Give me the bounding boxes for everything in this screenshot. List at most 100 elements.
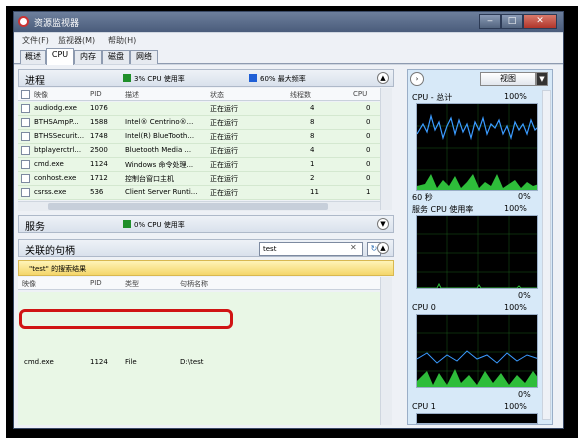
tab-disk[interactable]: 磁盘: [102, 50, 130, 64]
chevron-right-icon[interactable]: ›: [410, 72, 424, 86]
tab-network[interactable]: 网络: [130, 50, 158, 64]
col-pid[interactable]: PID: [90, 90, 102, 98]
expand-icon[interactable]: ▼: [377, 218, 389, 230]
view-button[interactable]: 视图: [480, 72, 536, 86]
graph-title: 服务 CPU 使用率: [412, 205, 474, 214]
main-area: 进程 3% CPU 使用率 60% 最大频率 ▲ 映像 PID 描述 状态 线程…: [14, 65, 563, 428]
scroll-thumb[interactable]: [48, 203, 328, 210]
row-pid: 1124: [90, 358, 108, 366]
col-image[interactable]: 映像: [22, 279, 36, 289]
row-cpu: 0: [366, 160, 371, 168]
processes-column-header: 映像 PID 描述 状态 线程数 CPU: [18, 88, 380, 101]
tab-strip: 概述 CPU 内存 磁盘 网络: [14, 47, 563, 65]
search-results-banner: "test" 的搜索结果: [18, 260, 394, 276]
minimize-button[interactable]: ‒: [479, 14, 501, 29]
tab-cpu[interactable]: CPU: [46, 48, 74, 65]
graphs-toolbar: › 视图 ▼: [410, 72, 550, 88]
row-image: btplayerctrl...: [34, 146, 82, 154]
row-threads: 8: [310, 118, 315, 126]
table-row[interactable]: conhost.exe 1712 控制台窗口主机 正在运行 2 0: [18, 172, 380, 186]
processes-title: 进程: [25, 76, 45, 87]
row-cpu: 0: [366, 132, 371, 140]
menu-help[interactable]: 帮助(H): [108, 35, 136, 46]
processes-horizontal-scrollbar[interactable]: [18, 201, 380, 211]
clear-search-icon[interactable]: ✕: [350, 243, 357, 252]
search-results-text: "test" 的搜索结果: [29, 265, 87, 273]
left-pane: 进程 3% CPU 使用率 60% 最大频率 ▲ 映像 PID 描述 状态 线程…: [18, 69, 394, 425]
row-checkbox[interactable]: [21, 188, 30, 197]
window-buttons: ‒ □ ✕: [479, 14, 557, 29]
graph-title: CPU 1: [412, 402, 436, 411]
app-icon: [18, 16, 29, 27]
row-threads: 11: [310, 188, 319, 196]
row-status: 正在运行: [210, 147, 238, 155]
row-type: File: [125, 358, 137, 366]
collapse-icon[interactable]: ▲: [377, 242, 389, 254]
col-handle-name[interactable]: 句柄名称: [180, 279, 208, 289]
table-row[interactable]: csrss.exe 536 Client Server Runti... 正在运…: [18, 186, 380, 200]
handles-header[interactable]: 关联的句柄 test ✕ ↻ ▲: [18, 239, 394, 257]
close-button[interactable]: ✕: [523, 14, 557, 29]
menu-file[interactable]: 文件(F): [22, 35, 49, 46]
row-status: 正在运行: [210, 189, 238, 197]
col-status[interactable]: 状态: [210, 90, 224, 100]
col-pid[interactable]: PID: [90, 279, 102, 287]
row-checkbox[interactable]: [21, 174, 30, 183]
tab-memory[interactable]: 内存: [74, 50, 102, 64]
handles-vertical-scrollbar[interactable]: [380, 277, 392, 425]
menu-monitor[interactable]: 监视器(M): [58, 35, 95, 46]
col-threads[interactable]: 线程数: [290, 90, 311, 100]
row-pid: 536: [90, 188, 104, 196]
maximize-button[interactable]: □: [501, 14, 523, 29]
table-row[interactable]: BTHSSecurit... 1748 Intel(R) BlueTooth..…: [18, 130, 380, 144]
cpu-total-graph: [416, 103, 538, 191]
col-type[interactable]: 类型: [125, 279, 139, 289]
table-row[interactable]: audiodg.exe 1076 正在运行 4 0: [18, 102, 380, 116]
row-pid: 1076: [90, 104, 108, 112]
services-header[interactable]: 服务 0% CPU 使用率 ▼: [18, 215, 394, 233]
row-threads: 4: [310, 146, 315, 154]
services-swatch: [123, 220, 131, 228]
table-row[interactable]: btplayerctrl... 2500 Bluetooth Media ...…: [18, 144, 380, 158]
handle-search-input[interactable]: test: [259, 242, 363, 256]
processes-header[interactable]: 进程 3% CPU 使用率 60% 最大频率 ▲: [18, 69, 394, 87]
processes-vertical-scrollbar[interactable]: [380, 88, 392, 210]
title-bar: 资源监视器 ‒ □ ✕: [14, 12, 563, 32]
col-cpu[interactable]: CPU: [353, 90, 367, 98]
processes-max-freq: 60% 最大频率: [249, 74, 306, 84]
row-image: cmd.exe: [34, 160, 64, 168]
tab-overview[interactable]: 概述: [20, 50, 46, 64]
row-status: 正在运行: [210, 133, 238, 141]
chevron-down-icon[interactable]: ▼: [536, 72, 548, 86]
row-image: csrss.exe: [34, 188, 67, 196]
row-image: audiodg.exe: [34, 104, 77, 112]
row-cpu: 0: [366, 174, 371, 182]
table-row[interactable]: cmd.exe 1124 Windows 命令处理... 正在运行 1 0: [18, 158, 380, 172]
row-image: BTHSSecurit...: [34, 132, 85, 140]
row-checkbox[interactable]: [21, 160, 30, 169]
row-description: Intel® Centrino®...: [125, 118, 194, 126]
menu-bar: 文件(F) 监视器(M) 帮助(H): [14, 33, 563, 47]
row-description: Bluetooth Media ...: [125, 146, 192, 154]
graphs-scrollbar[interactable]: [542, 90, 551, 420]
row-threads: 2: [310, 174, 315, 182]
collapse-icon[interactable]: ▲: [377, 72, 389, 84]
services-title: 服务: [25, 222, 45, 233]
table-row[interactable]: cmd.exe 1124 File D:\test: [18, 356, 380, 370]
service-cpu-graph: [416, 215, 538, 289]
row-checkbox[interactable]: [21, 132, 30, 141]
cpu1-graph: [416, 413, 538, 424]
row-pid: 2500: [90, 146, 108, 154]
select-all-checkbox[interactable]: [21, 90, 30, 99]
row-checkbox[interactable]: [21, 146, 30, 155]
col-description[interactable]: 描述: [125, 90, 139, 100]
row-cpu: 1: [366, 188, 371, 196]
row-threads: 8: [310, 132, 315, 140]
table-row[interactable]: BTHSAmpP... 1588 Intel® Centrino®... 正在运…: [18, 116, 380, 130]
max-freq-text: 60% 最大频率: [260, 75, 306, 83]
col-image[interactable]: 映像: [34, 90, 48, 100]
row-checkbox[interactable]: [21, 104, 30, 113]
row-status: 正在运行: [210, 161, 238, 169]
row-pid: 1748: [90, 132, 108, 140]
row-checkbox[interactable]: [21, 118, 30, 127]
